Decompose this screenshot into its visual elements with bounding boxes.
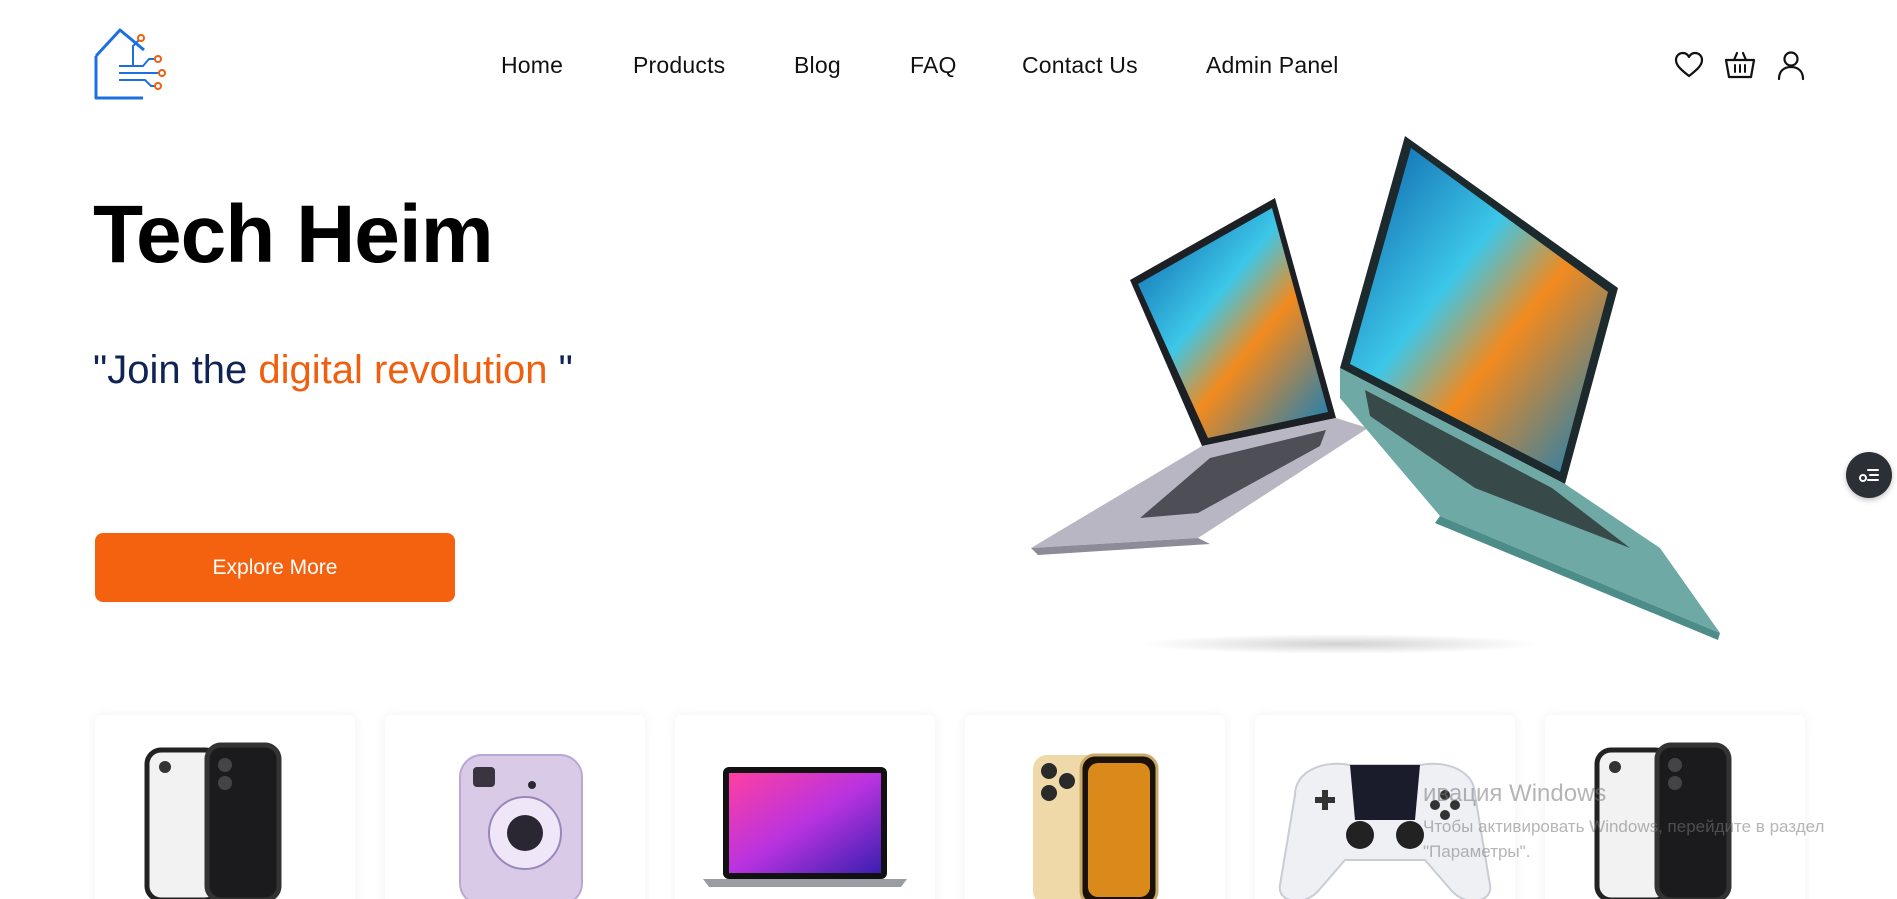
heart-icon: [1674, 51, 1704, 78]
nav-home[interactable]: Home: [501, 52, 563, 79]
tagline-close: ": [547, 348, 573, 392]
product-card[interactable]: [385, 715, 645, 899]
nav-products[interactable]: Products: [633, 52, 725, 79]
macbook-image: [703, 767, 907, 887]
header-actions: [1672, 48, 1812, 82]
product-card[interactable]: [965, 715, 1225, 899]
explore-more-button[interactable]: Explore More: [95, 533, 455, 602]
wishlist-button[interactable]: [1672, 48, 1706, 82]
laptops-illustration: [1031, 136, 1720, 654]
floating-filter-button[interactable]: [1846, 452, 1892, 498]
nav-blog[interactable]: Blog: [794, 52, 841, 79]
nav-faq[interactable]: FAQ: [910, 52, 957, 79]
nav-contact-us[interactable]: Contact Us: [1022, 52, 1138, 79]
windows-activation-watermark: ивация Windows Чтобы активировать Window…: [1423, 780, 1824, 864]
account-button[interactable]: [1774, 48, 1808, 82]
main-nav: Home Products Blog FAQ Contact Us Admin …: [0, 52, 1897, 82]
instax-camera-image: [459, 754, 583, 899]
landing-page: Home Products Blog FAQ Contact Us Admin …: [0, 0, 1897, 899]
watermark-line-2: "Параметры".: [1423, 842, 1531, 861]
iphone-gold-image: [1033, 753, 1159, 899]
watermark-title: ивация Windows: [1423, 780, 1607, 807]
product-card[interactable]: [95, 715, 355, 899]
filter-list-icon: [1859, 469, 1879, 482]
product-card[interactable]: [675, 715, 935, 899]
hero-tagline: "Join the digital revolution ": [93, 348, 573, 393]
iphone-clear-case-image: [144, 742, 282, 899]
user-icon: [1777, 51, 1805, 81]
cart-button[interactable]: [1723, 48, 1757, 82]
tagline-open: "Join the: [93, 348, 259, 392]
watermark-line-1: Чтобы активировать Windows, перейдите в …: [1423, 817, 1825, 836]
nav-admin-panel[interactable]: Admin Panel: [1206, 52, 1339, 79]
two-laptops-image: [1020, 128, 1740, 658]
basket-icon: [1724, 51, 1756, 79]
tagline-accent: digital revolution: [258, 348, 548, 392]
hero-title: Tech Heim: [93, 189, 494, 280]
